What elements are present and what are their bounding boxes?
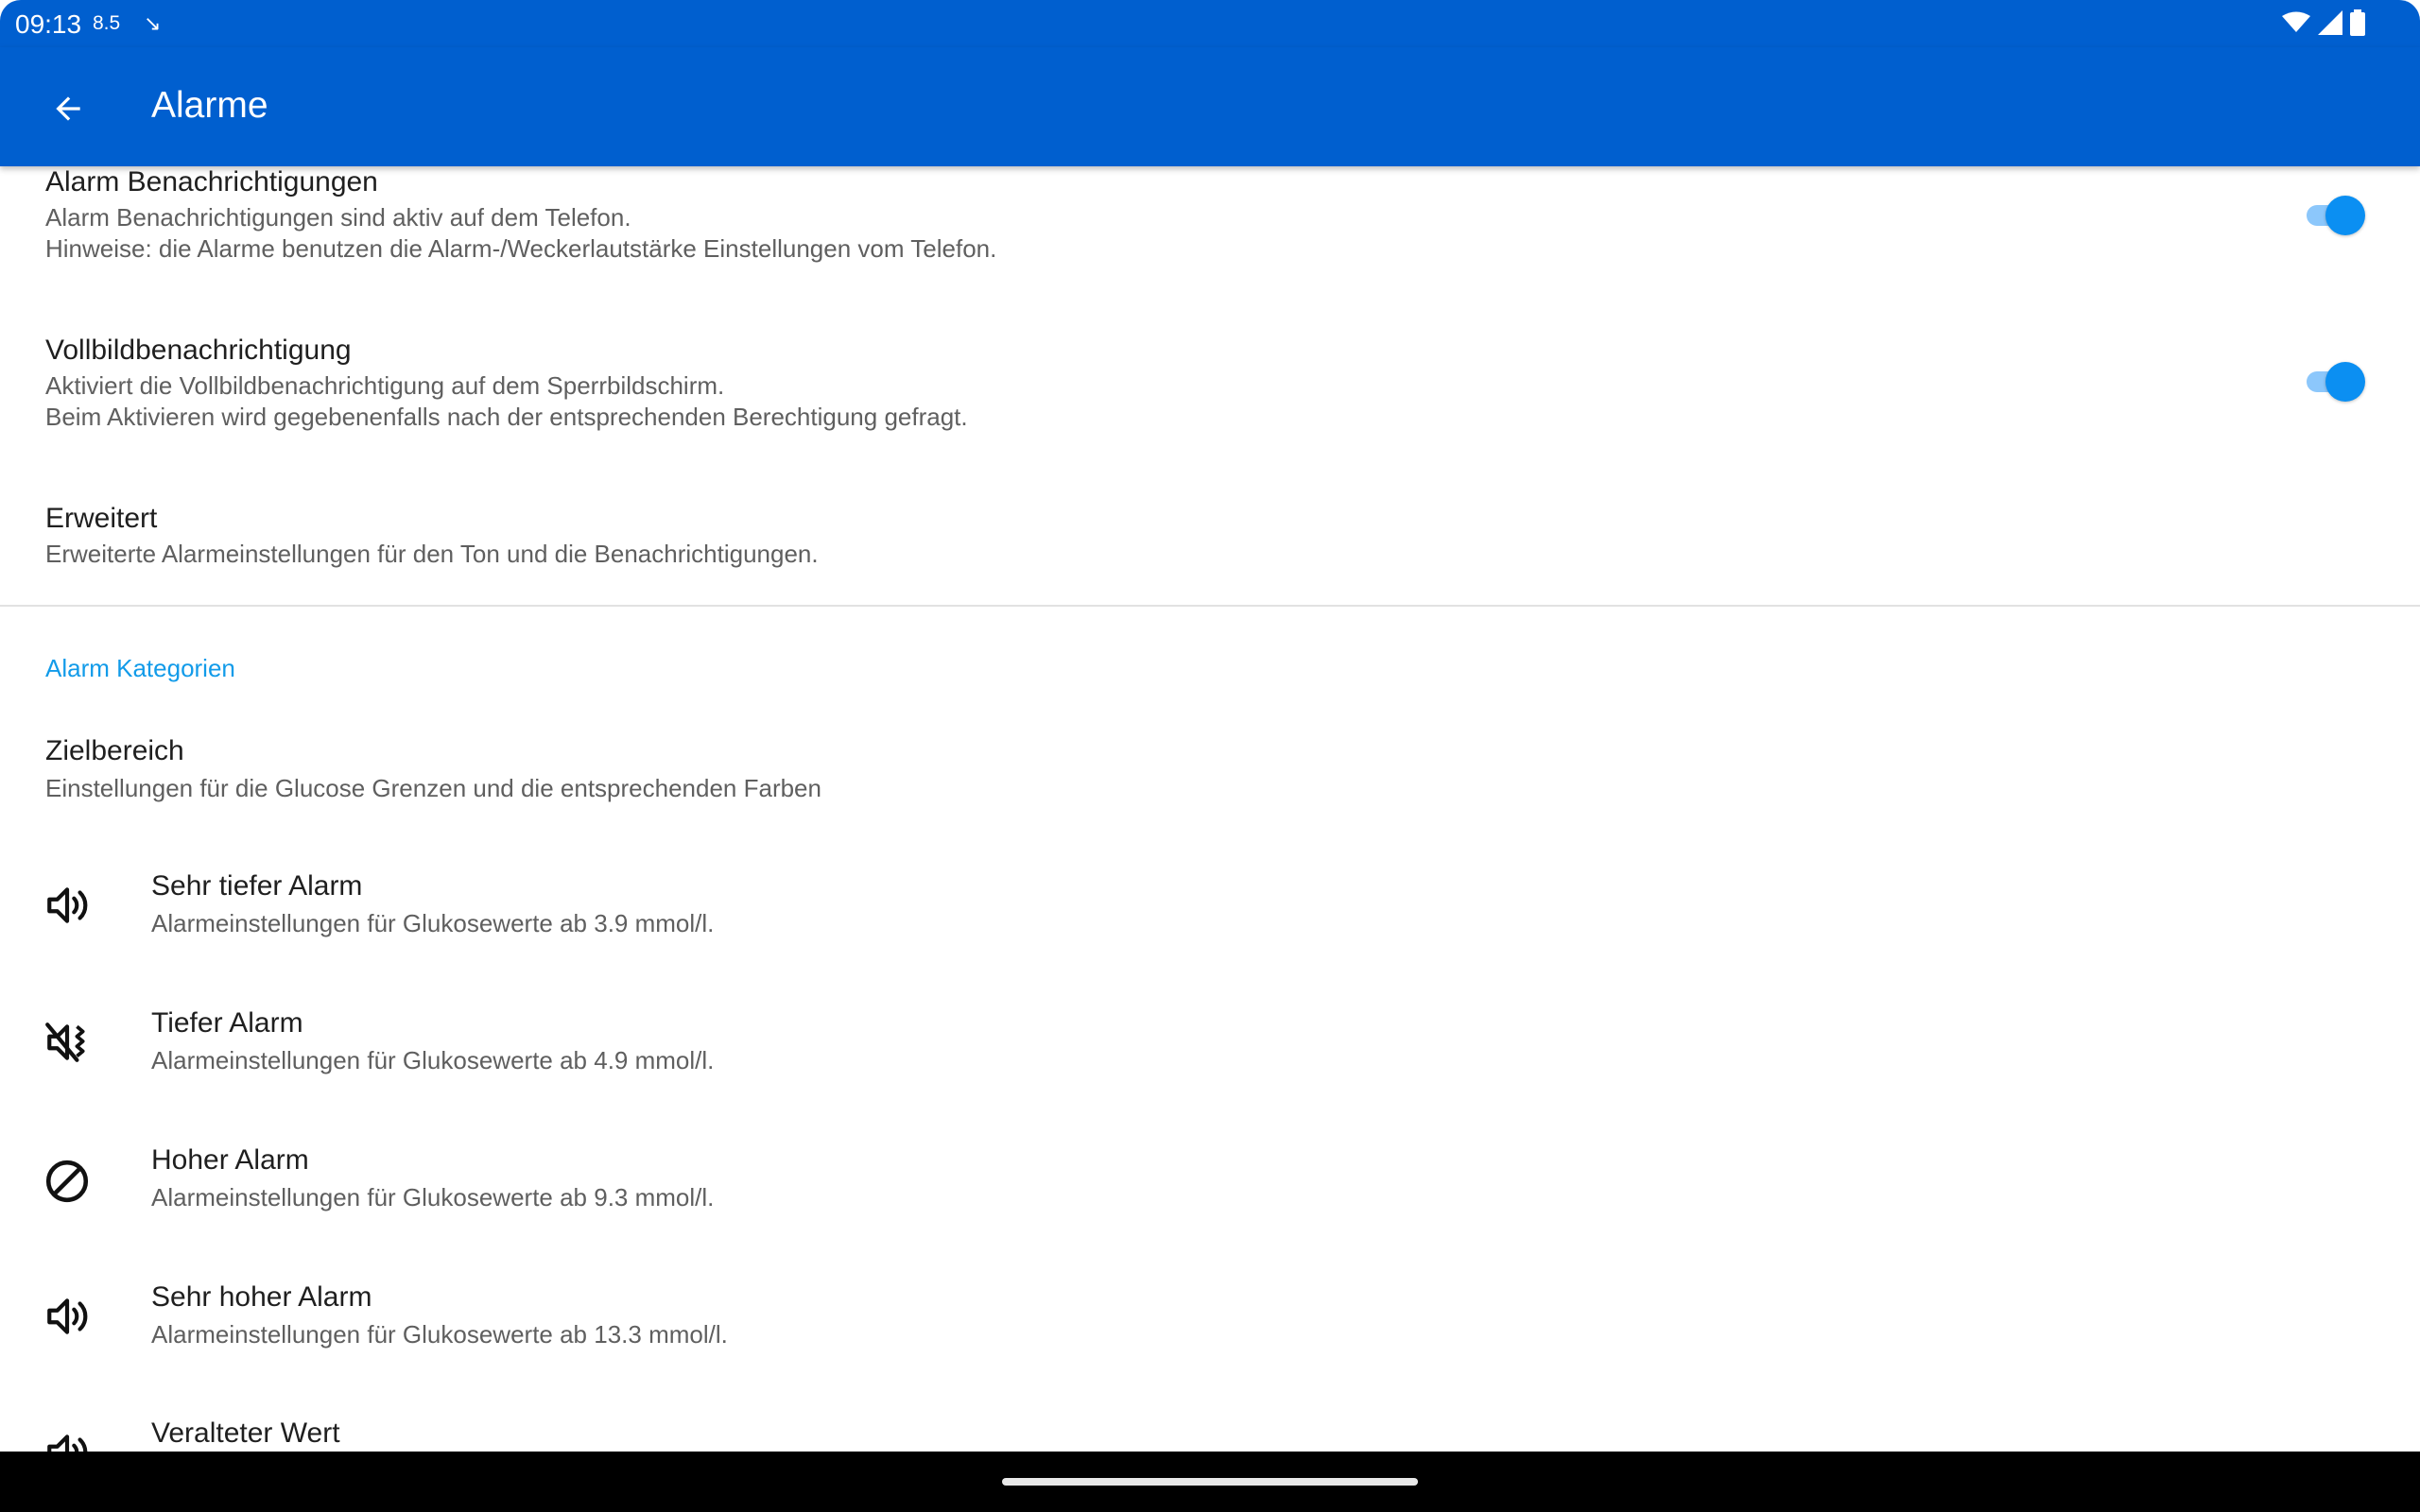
alarm-categories-header: Alarm Kategorien — [45, 654, 235, 682]
status-glucose-value: 8.5 — [93, 12, 121, 34]
low-alarm-summary: Alarmeinstellungen für Glukosewerte ab 4… — [151, 1046, 715, 1074]
home-gesture-handle[interactable] — [1002, 1478, 1418, 1486]
alarm-notifications-preference[interactable]: Alarm Benachrichtigungen Alarm Benachric… — [0, 166, 2420, 289]
high-alarm-summary: Alarmeinstellungen für Glukosewerte ab 9… — [151, 1183, 715, 1211]
battery-icon — [2350, 9, 2365, 36]
fullscreen-notification-summary-line1: Aktiviert die Vollbildbenachrichtigung a… — [45, 371, 725, 400]
very-low-alarm-preference[interactable]: Sehr tiefer Alarm Alarmeinstellungen für… — [0, 870, 2420, 974]
very-low-alarm-title: Sehr tiefer Alarm — [151, 870, 363, 902]
high-alarm-title: Hoher Alarm — [151, 1144, 309, 1176]
volume-up-icon — [47, 1435, 88, 1452]
very-high-alarm-title: Sehr hoher Alarm — [151, 1281, 372, 1313]
page-title: Alarme — [151, 85, 268, 126]
fullscreen-notification-summary-line2: Beim Aktivieren wird gegebenenfalls nach… — [45, 403, 968, 431]
back-button[interactable] — [30, 71, 106, 146]
cellular-signal-icon — [2318, 10, 2342, 35]
target-range-summary: Einstellungen für die Glucose Grenzen un… — [45, 774, 821, 802]
target-range-preference[interactable]: Zielbereich Einstellungen für die Glucos… — [0, 733, 2420, 828]
volume-up-icon — [47, 1298, 88, 1334]
alarm-notifications-summary-line2: Hinweise: die Alarme benutzen die Alarm-… — [45, 234, 997, 263]
high-alarm-preference[interactable]: Hoher Alarm Alarmeinstellungen für Gluko… — [0, 1144, 2420, 1248]
status-time: 09:13 — [15, 9, 82, 39]
volume-up-icon — [47, 887, 88, 923]
status-bar: 09:13 8.5 ↘ — [0, 0, 2420, 47]
very-low-alarm-summary: Alarmeinstellungen für Glukosewerte ab 3… — [151, 909, 715, 937]
settings-list[interactable]: Alarm Benachrichtigungen Alarm Benachric… — [0, 166, 2420, 1452]
advanced-summary: Erweiterte Alarmeinstellungen für den To… — [45, 540, 819, 568]
fullscreen-notification-toggle[interactable] — [2305, 361, 2365, 403]
fullscreen-notification-title: Vollbildbenachrichtigung — [45, 335, 352, 366]
alarm-notifications-summary-line1: Alarm Benachrichtigungen sind aktiv auf … — [45, 203, 631, 232]
navigation-bar — [0, 1452, 2420, 1512]
low-alarm-title: Tiefer Alarm — [151, 1007, 303, 1039]
obsolete-value-preference[interactable]: Veralteter Wert — [0, 1418, 2420, 1452]
vibrate-icon — [45, 1022, 85, 1062]
advanced-title: Erweitert — [45, 503, 158, 534]
low-alarm-preference[interactable]: Tiefer Alarm Alarmeinstellungen für Gluk… — [0, 1007, 2420, 1111]
toggle-thumb — [2325, 362, 2365, 402]
status-trend-arrow: ↘ — [144, 11, 162, 35]
alarm-notifications-title: Alarm Benachrichtigungen — [45, 166, 378, 198]
obsolete-value-title: Veralteter Wert — [151, 1418, 340, 1449]
block-icon — [45, 1160, 89, 1203]
arrow-left-icon — [56, 96, 80, 121]
advanced-preference[interactable]: Erweitert Erweiterte Alarmeinstellungen … — [0, 501, 2420, 595]
wifi-icon — [2282, 11, 2310, 32]
fullscreen-notification-preference[interactable]: Vollbildbenachrichtigung Aktiviert die V… — [0, 333, 2420, 455]
status-icons — [2282, 9, 2365, 36]
very-high-alarm-summary: Alarmeinstellungen für Glukosewerte ab 1… — [151, 1320, 728, 1349]
alarm-notifications-toggle[interactable] — [2305, 195, 2365, 236]
app-bar: Alarme — [0, 47, 2420, 166]
very-high-alarm-preference[interactable]: Sehr hoher Alarm Alarmeinstellungen für … — [0, 1281, 2420, 1385]
section-divider — [0, 605, 2420, 607]
target-range-title: Zielbereich — [45, 735, 184, 766]
toggle-thumb — [2325, 196, 2365, 235]
